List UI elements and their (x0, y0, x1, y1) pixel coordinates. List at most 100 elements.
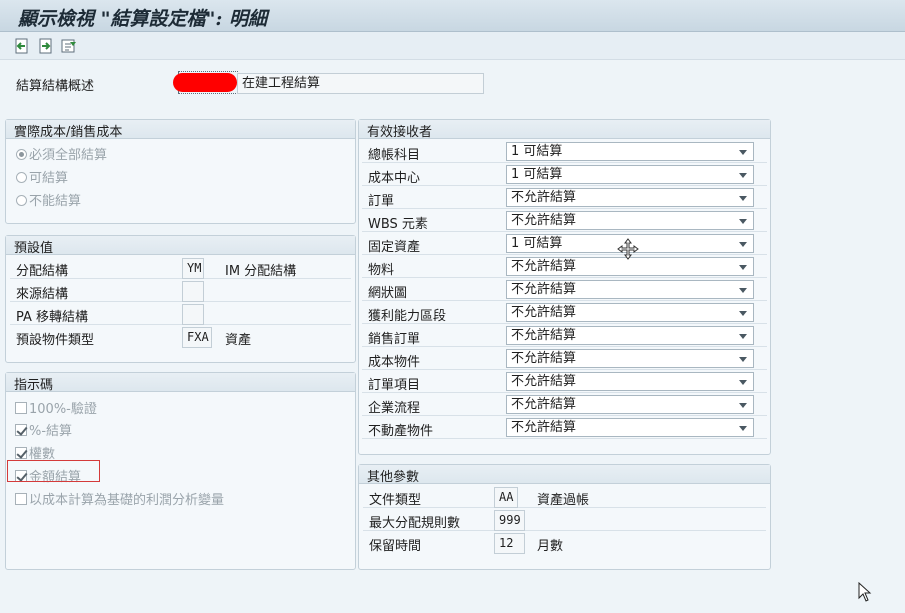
receiver-label: 成本中心 (368, 171, 421, 186)
receiver-label: 企業流程 (368, 401, 421, 416)
receiver-label: 網狀圖 (368, 286, 408, 301)
receiver-dropdown[interactable]: 1 可結算 (506, 142, 754, 161)
chevron-down-icon[interactable] (739, 150, 747, 155)
row-label: 保留時間 (369, 539, 422, 554)
radio-cannot-settle[interactable]: 不能結算 (16, 190, 81, 209)
receiver-label: 訂單項目 (368, 378, 421, 393)
receiver-label: 訂單 (368, 194, 395, 209)
receiver-dropdown-value: 1 可結算 (511, 167, 563, 182)
pa-transfer-field[interactable] (182, 304, 204, 325)
chevron-down-icon[interactable] (739, 426, 747, 431)
move-cursor-icon (617, 238, 639, 260)
receiver-dropdown[interactable]: 1 可結算 (506, 165, 754, 184)
document-type-field[interactable]: AA (494, 487, 518, 508)
receiver-dropdown-value: 不允許結算 (511, 190, 577, 205)
indicators-group-title: 指示碼 (6, 373, 355, 393)
chk-profit-analysis-var[interactable]: 以成本計算為基礎的利潤分析變量 (15, 489, 224, 508)
radio-button[interactable] (16, 172, 27, 183)
other-row: 保留時間 12 月數 (363, 532, 766, 554)
retention-field[interactable]: 12 (494, 533, 525, 554)
source-structure-field[interactable] (182, 281, 204, 302)
document-type-text: 資產過帳 (537, 493, 590, 508)
other-row: 最大分配規則數 999 (363, 509, 766, 531)
other-row: 文件類型 AA 資產過帳 (363, 486, 766, 508)
receiver-dropdown[interactable]: 不允許結算 (506, 326, 754, 345)
receiver-dropdown-value: 1 可結算 (511, 236, 563, 251)
receiver-dropdown-value: 不允許結算 (511, 374, 577, 389)
receiver-dropdown[interactable]: 不允許結算 (506, 418, 754, 437)
chevron-down-icon[interactable] (739, 242, 747, 247)
receiver-dropdown[interactable]: 不允許結算 (506, 303, 754, 322)
receivers-group-title: 有效接收者 (359, 120, 770, 140)
chevron-down-icon[interactable] (739, 173, 747, 178)
radio-settle-all[interactable]: 必須全部結算 (16, 144, 107, 163)
receiver-dropdown-value: 不允許結算 (511, 213, 577, 228)
chevron-down-icon[interactable] (739, 196, 747, 201)
receiver-dropdown[interactable]: 不允許結算 (506, 395, 754, 414)
receiver-dropdown[interactable]: 不允許結算 (506, 372, 754, 391)
row-label: 分配結構 (16, 264, 69, 279)
receiver-label: 獲利能力區段 (368, 309, 447, 324)
title-bar: 顯示檢視 "結算設定檔": 明細 (0, 0, 905, 32)
receiver-dropdown[interactable]: 不允許結算 (506, 280, 754, 299)
receiver-dropdown[interactable]: 不允許結算 (506, 211, 754, 230)
arrow-cursor-icon (858, 582, 872, 602)
defaults-row: 來源結構 (10, 280, 351, 302)
max-rules-field[interactable]: 999 (494, 510, 525, 531)
receiver-dropdown-value: 不允許結算 (511, 351, 577, 366)
checkbox[interactable] (15, 402, 27, 414)
receiver-dropdown[interactable]: 不允許結算 (506, 188, 754, 207)
retention-text: 月數 (537, 539, 564, 554)
radio-button[interactable] (16, 149, 27, 160)
chevron-down-icon[interactable] (739, 219, 747, 224)
receiver-dropdown-value: 不允許結算 (511, 420, 577, 435)
previous-entry-icon[interactable] (14, 38, 30, 54)
window-title: 顯示檢視 "結算設定檔": 明細 (18, 8, 268, 30)
cost-group: 實際成本/銷售成本 必須全部結算 可結算 不能結算 (5, 119, 356, 224)
chevron-down-icon[interactable] (739, 403, 747, 408)
chevron-down-icon[interactable] (739, 334, 747, 339)
alloc-structure-field[interactable]: YM (182, 258, 204, 279)
default-object-type-field[interactable]: FXA (182, 327, 212, 348)
receiver-dropdown-value: 不允許結算 (511, 259, 577, 274)
other-params-title: 其他參數 (359, 465, 770, 485)
chevron-down-icon[interactable] (739, 380, 747, 385)
chevron-down-icon[interactable] (739, 357, 747, 362)
receiver-dropdown-value: 不允許結算 (511, 328, 577, 343)
chevron-down-icon[interactable] (739, 288, 747, 293)
default-object-type-text: 資產 (225, 333, 252, 348)
checkbox[interactable] (15, 493, 27, 505)
alloc-structure-text: IM 分配結構 (225, 264, 297, 279)
receiver-label: 銷售訂單 (368, 332, 421, 347)
cost-group-title: 實際成本/銷售成本 (6, 120, 355, 140)
defaults-group-title: 預設值 (6, 236, 355, 256)
defaults-row: 預設物件類型 FXA 資產 (10, 326, 351, 348)
structure-desc-value: 在建工程結算 (237, 73, 484, 94)
radio-can-settle[interactable]: 可結算 (16, 167, 68, 186)
other-params-group: 其他參數 文件類型 AA 資產過帳 最大分配規則數 999 保留時間 12 月數 (358, 464, 771, 570)
next-entry-icon[interactable] (38, 38, 54, 54)
radio-button[interactable] (16, 195, 27, 206)
chevron-down-icon[interactable] (739, 265, 747, 270)
row-label: PA 移轉結構 (16, 310, 89, 325)
defaults-group: 預設值 分配結構 YM IM 分配結構 來源結構 PA 移轉結構 預設物件類型 … (5, 235, 356, 363)
receiver-label: 物料 (368, 263, 395, 278)
checkbox[interactable] (15, 447, 27, 459)
chk-100-validation[interactable]: 100%-驗證 (15, 398, 97, 417)
receiver-label: 總帳科目 (368, 148, 421, 163)
receiver-dropdown-value: 1 可結算 (511, 144, 563, 159)
structure-desc-label: 結算結構概述 (16, 79, 95, 94)
receiver-label: 固定資產 (368, 240, 421, 255)
other-entry-icon[interactable] (61, 38, 77, 54)
defaults-row: 分配結構 YM IM 分配結構 (10, 257, 351, 279)
checkbox[interactable] (15, 424, 27, 436)
chk-percent-settlement[interactable]: %-結算 (15, 420, 72, 439)
row-label: 文件類型 (369, 493, 422, 508)
receiver-dropdown-value: 不允許結算 (511, 305, 577, 320)
receiver-dropdown[interactable]: 不允許結算 (506, 349, 754, 368)
receiver-label: 成本物件 (368, 355, 421, 370)
redacted-code (173, 73, 237, 92)
red-highlight-box (7, 460, 100, 482)
receiver-label: 不動產物件 (368, 424, 434, 439)
chevron-down-icon[interactable] (739, 311, 747, 316)
